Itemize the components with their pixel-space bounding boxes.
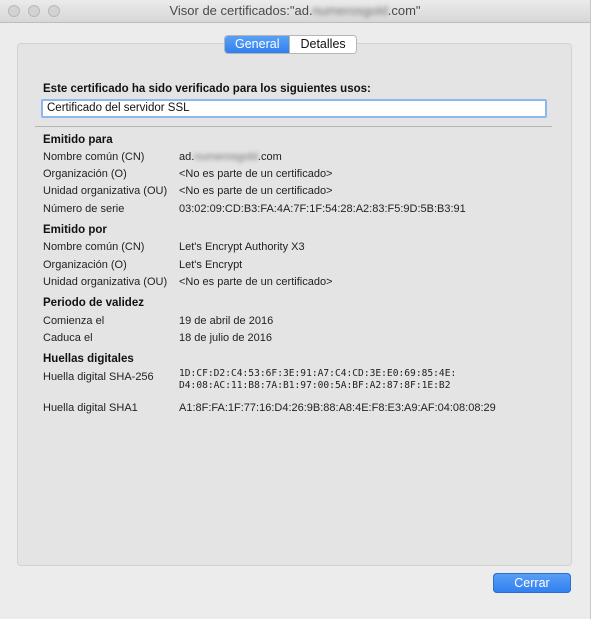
issued-to-ou-label: Unidad organizativa (OU): [43, 185, 168, 197]
issued-by-o-label: Organización (O): [43, 259, 127, 271]
issued-by-ou-label: Unidad organizativa (OU): [43, 276, 168, 288]
window-title: Visor de certificados:"ad.numerosgold.co…: [169, 3, 421, 18]
sha1-label: Huella digital SHA1: [43, 402, 138, 414]
issued-by-cn-label: Nombre común (CN): [43, 241, 145, 253]
valid-to-label: Caduca el: [43, 332, 93, 344]
certificate-viewer-window: Visor de certificados:"ad.numerosgold.co…: [0, 0, 591, 619]
uses-list-field[interactable]: Certificado del servidor SSL: [41, 99, 547, 118]
valid-to-value: 18 de julio de 2016: [179, 332, 272, 344]
close-button[interactable]: Cerrar: [493, 573, 571, 593]
issued-by-heading: Emitido por: [43, 224, 107, 236]
serial-value: 03:02:09:CD:B3:FA:4A:7F:1F:54:28:A2:83:F…: [179, 203, 466, 215]
valid-from-label: Comienza el: [43, 315, 105, 327]
issued-by-cn-value: Let's Encrypt Authority X3: [179, 241, 305, 253]
tab-general[interactable]: General: [225, 36, 290, 53]
title-bar: Visor de certificados:"ad.numerosgold.co…: [0, 0, 590, 23]
sha256-label: Huella digital SHA-256: [43, 371, 154, 383]
issued-by-ou-value: <No es parte de un certificado>: [179, 276, 333, 288]
tab-bar: General Detalles: [224, 35, 357, 54]
issued-by-o-value: Let's Encrypt: [179, 259, 243, 271]
issued-to-cn-label: Nombre común (CN): [43, 151, 145, 163]
validity-heading: Periodo de validez: [43, 297, 144, 309]
tab-detalles[interactable]: Detalles: [289, 36, 356, 53]
valid-from-value: 19 de abril de 2016: [179, 315, 274, 327]
issued-to-o-label: Organización (O): [43, 168, 127, 180]
fingerprints-heading: Huellas digitales: [43, 353, 134, 365]
uses-heading: Este certificado ha sido verificado para…: [43, 83, 371, 95]
divider: [35, 126, 552, 127]
issued-to-ou-value: <No es parte de un certificado>: [179, 185, 333, 197]
redacted-domain: numerosgold: [312, 3, 388, 18]
issued-to-heading: Emitido para: [43, 134, 113, 146]
sha256-value-line2: D4:08:AC:11:B8:7A:B1:97:00:5A:BF:A2:87:8…: [179, 380, 451, 391]
sha256-value-line1: 1D:CF:D2:C4:53:6F:3E:91:A7:C4:CD:3E:E0:6…: [179, 368, 457, 379]
issued-to-cn-value: ad.numerosgold.com: [179, 151, 282, 163]
serial-label: Número de serie: [43, 203, 125, 215]
sha1-value: A1:8F:FA:1F:77:16:D4:26:9B:88:A8:4E:F8:E…: [179, 402, 496, 414]
issued-to-o-value: <No es parte de un certificado>: [179, 168, 333, 180]
